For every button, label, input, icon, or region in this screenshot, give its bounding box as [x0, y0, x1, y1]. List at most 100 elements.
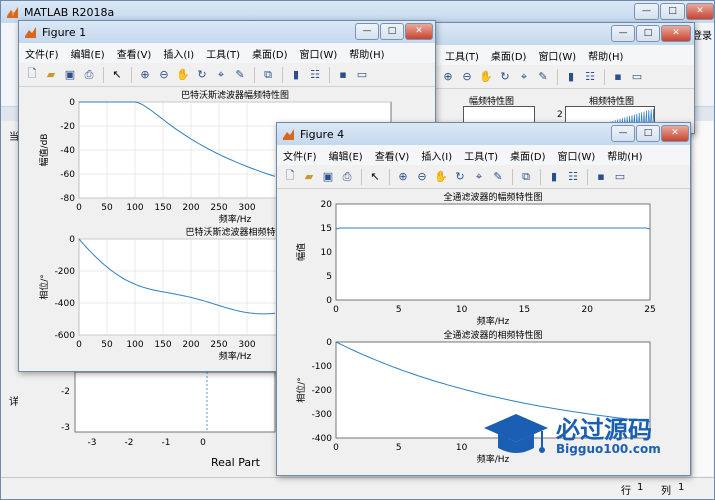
fig4-close-button[interactable]: ✕ [661, 125, 689, 142]
hide-tools-icon[interactable]: ▪ [592, 168, 610, 186]
save-icon[interactable]: ▣ [319, 168, 337, 186]
fig3-menu-desktop[interactable]: 桌面(D) [491, 48, 527, 63]
zoom-out-icon[interactable]: ⊖ [458, 68, 476, 86]
fig4-menu-window[interactable]: 窗口(W) [558, 148, 596, 163]
fig3-menu-help[interactable]: 帮助(H) [588, 48, 623, 63]
new-figure-icon[interactable]: 🗋 [281, 168, 299, 186]
hide-tools-icon[interactable]: ▪ [334, 66, 352, 84]
legend-icon[interactable]: ☷ [564, 168, 582, 186]
legend-icon[interactable]: ☷ [581, 68, 599, 86]
print-icon[interactable]: ⎙ [80, 66, 98, 84]
fig1-menu-file[interactable]: 文件(F) [25, 46, 59, 61]
hide-tools-icon[interactable]: ▪ [609, 68, 627, 86]
fig4-menu-file[interactable]: 文件(F) [283, 148, 317, 163]
dock-icon[interactable]: ▭ [353, 66, 371, 84]
zoom-in-icon[interactable]: ⊕ [439, 68, 457, 86]
print-icon[interactable]: ⎙ [338, 168, 356, 186]
fig1-menu-view[interactable]: 查看(V) [117, 46, 152, 61]
pan-hand-icon[interactable]: ✋ [432, 168, 450, 186]
fig4-menu-help[interactable]: 帮助(H) [607, 148, 642, 163]
pan-hand-icon[interactable]: ✋ [477, 68, 495, 86]
y-tick-label: -60 [60, 170, 75, 180]
link-plot-icon[interactable]: ⧉ [259, 66, 277, 84]
zoom-in-icon[interactable]: ⊕ [136, 66, 154, 84]
main-minimize-button[interactable]: — [634, 3, 659, 20]
dock-icon[interactable]: ▭ [628, 68, 646, 86]
colorbar-icon[interactable]: ▮ [287, 66, 305, 84]
fig1-menu-help[interactable]: 帮助(H) [349, 46, 384, 61]
plot-title: 巴特沃斯滤波器幅频特性图 [181, 89, 289, 101]
link-plot-icon[interactable]: ⧉ [517, 168, 535, 186]
zoom-in-icon[interactable]: ⊕ [394, 168, 412, 186]
figure-3-window[interactable]: — □ ✕ 工具(T) 桌面(D) 窗口(W) 帮助(H) ⊕ ⊖ ✋ ↻ ⌖ … [430, 22, 695, 136]
save-icon[interactable]: ▣ [61, 66, 79, 84]
fig3-menu-window[interactable]: 窗口(W) [538, 48, 576, 63]
rotate-icon[interactable]: ↻ [496, 68, 514, 86]
fig1-menu-tools[interactable]: 工具(T) [206, 46, 240, 61]
fig3-menu-tools[interactable]: 工具(T) [445, 48, 479, 63]
open-file-icon[interactable]: ▰ [300, 168, 318, 186]
fig4-minimize-button[interactable]: — [611, 125, 635, 142]
toolbar-separator [329, 66, 330, 83]
y-axis-label: 相位/° [295, 377, 307, 403]
fig1-menu-edit[interactable]: 编辑(E) [71, 46, 105, 61]
y-axis-label: 幅值/dB [38, 134, 50, 167]
brush-icon[interactable]: ✎ [231, 66, 249, 84]
toolbar-separator [131, 66, 132, 83]
fig4-menu-desktop[interactable]: 桌面(D) [510, 148, 546, 163]
y-tick-label: -2 [61, 387, 70, 397]
main-title: MATLAB R2018a [24, 5, 115, 19]
colorbar-icon[interactable]: ▮ [562, 68, 580, 86]
x-tick-label: 10 [456, 305, 468, 315]
legend-icon[interactable]: ☷ [306, 66, 324, 84]
data-cursor-icon[interactable]: ⌖ [212, 66, 230, 84]
fig4-menu-insert[interactable]: 插入(I) [421, 148, 452, 163]
fig3-maximize-button[interactable]: □ [636, 25, 660, 42]
main-right-panel [691, 121, 713, 476]
pointer-icon[interactable]: ↖ [366, 168, 384, 186]
fig4-menu-view[interactable]: 查看(V) [375, 148, 410, 163]
x-tick-label: 250 [210, 340, 227, 350]
zoom-out-icon[interactable]: ⊖ [413, 168, 431, 186]
x-axis-label: 频率/Hz [219, 213, 252, 225]
x-tick-label: -3 [88, 438, 97, 448]
watermark-logo: 必过源码 Bigguo100.com [482, 406, 686, 464]
y-tick-label: -400 [55, 299, 76, 309]
fig4-menu-edit[interactable]: 编辑(E) [329, 148, 363, 163]
toolbar-separator [282, 66, 283, 83]
fig3-minimize-button[interactable]: — [611, 25, 635, 42]
fig4-maximize-button[interactable]: □ [636, 125, 660, 142]
graduation-cap-icon [484, 414, 548, 453]
open-file-icon[interactable]: ▰ [42, 66, 60, 84]
fig1-close-button[interactable]: ✕ [405, 23, 433, 40]
x-tick-label: 50 [101, 203, 113, 213]
fig1-menu-insert[interactable]: 插入(I) [163, 46, 194, 61]
y-tick-label: -40 [60, 146, 75, 156]
data-cursor-icon[interactable]: ⌖ [470, 168, 488, 186]
fig1-menu-window[interactable]: 窗口(W) [300, 46, 338, 61]
brush-icon[interactable]: ✎ [534, 68, 552, 86]
new-figure-icon[interactable]: 🗋 [23, 66, 41, 84]
zoom-out-icon[interactable]: ⊖ [155, 66, 173, 84]
rotate-icon[interactable]: ↻ [193, 66, 211, 84]
colorbar-icon[interactable]: ▮ [545, 168, 563, 186]
main-close-button[interactable]: ✕ [686, 3, 714, 20]
fig1-maximize-button[interactable]: □ [380, 23, 404, 40]
fig4-menu-tools[interactable]: 工具(T) [464, 148, 498, 163]
pointer-icon[interactable]: ↖ [108, 66, 126, 84]
x-tick-label: 10 [456, 443, 468, 453]
fig4-menu-bar: 文件(F) 编辑(E) 查看(V) 插入(I) 工具(T) 桌面(D) 窗口(W… [277, 145, 690, 165]
fig1-menu-desktop[interactable]: 桌面(D) [252, 46, 288, 61]
main-maximize-button[interactable]: □ [660, 3, 685, 20]
y-tick-label: -100 [312, 362, 333, 372]
fig3-close-button[interactable]: ✕ [661, 25, 691, 42]
login-link[interactable]: 登录 [692, 27, 712, 42]
brush-icon[interactable]: ✎ [489, 168, 507, 186]
fig1-minimize-button[interactable]: — [355, 23, 379, 40]
rotate-icon[interactable]: ↻ [451, 168, 469, 186]
data-cursor-icon[interactable]: ⌖ [515, 68, 533, 86]
dock-icon[interactable]: ▭ [611, 168, 629, 186]
pan-hand-icon[interactable]: ✋ [174, 66, 192, 84]
toolbar-separator [512, 168, 513, 185]
x-tick-label: 15 [519, 305, 530, 315]
